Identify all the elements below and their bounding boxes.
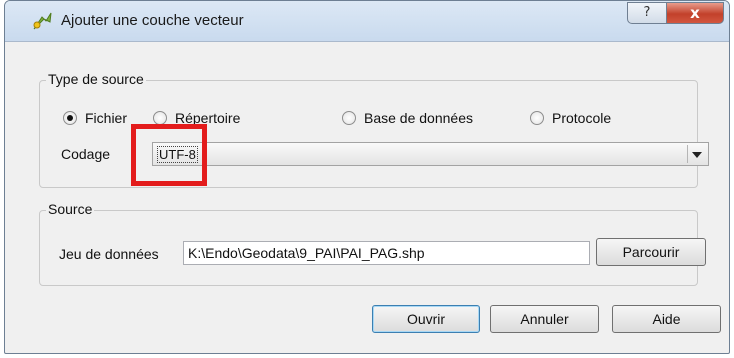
radio-circle [153,111,167,125]
radio-circle-checked [63,111,77,125]
browse-button[interactable]: Parcourir [596,238,706,266]
red-highlight-box [131,124,207,186]
encoding-select[interactable]: UTF-8 [152,142,709,166]
radio-protocol-label: Protocole [552,110,612,126]
dataset-label: Jeu de données [59,246,159,262]
encoding-label: Codage [61,146,111,162]
radio-database-label: Base de données [364,110,473,126]
radio-file[interactable]: Fichier [63,108,127,128]
cancel-button[interactable]: Annuler [490,305,599,333]
source-type-legend: Type de source [46,71,146,87]
dataset-path-input[interactable]: K:\Endo\Geodata\9_PAI\PAI_PAG.shp [183,241,590,265]
radio-circle [530,111,544,125]
source-legend: Source [46,201,95,217]
dialog-window: Ajouter une couche vecteur ? x Type de s… [4,0,730,354]
open-button[interactable]: Ouvrir [372,305,480,333]
window-title: Ajouter une couche vecteur [61,12,244,29]
help-button[interactable]: Aide [612,305,721,333]
radio-protocol[interactable]: Protocole [530,108,611,128]
help-title-button[interactable]: ? [627,2,667,24]
radio-database[interactable]: Base de données [342,108,473,128]
title-bar: Ajouter une couche vecteur ? x [5,1,729,42]
close-button[interactable]: x [666,2,724,24]
radio-circle [342,111,356,125]
chevron-down-icon[interactable] [692,152,702,158]
combo-separator [687,145,688,163]
qgis-logo-icon [33,12,52,30]
radio-file-label: Fichier [85,110,128,126]
